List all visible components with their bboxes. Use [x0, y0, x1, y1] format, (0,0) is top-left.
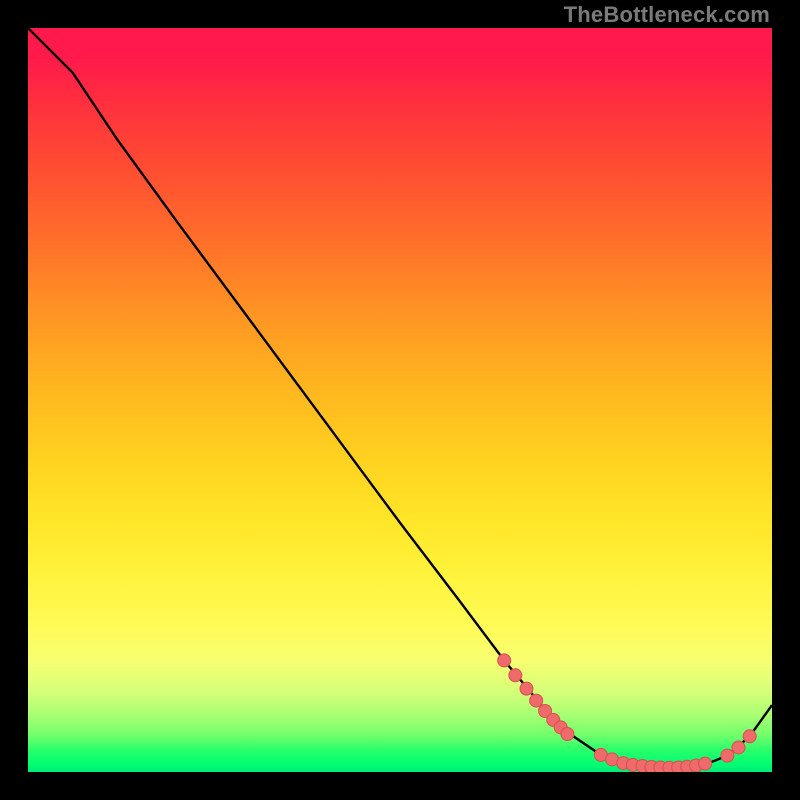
curve-marker — [561, 728, 574, 741]
curve-markers — [498, 654, 757, 772]
curve-marker — [498, 654, 511, 667]
curve-marker — [721, 749, 734, 762]
curve-marker — [520, 682, 533, 695]
chart-frame: TheBottleneck.com — [0, 0, 800, 800]
curve-marker — [699, 757, 712, 770]
curve-marker — [732, 741, 745, 754]
curve-marker — [743, 730, 756, 743]
watermark-text: TheBottleneck.com — [564, 2, 770, 28]
curve-marker — [530, 694, 543, 707]
bottleneck-curve — [28, 28, 772, 768]
plot-area — [28, 28, 772, 772]
curve-svg — [28, 28, 772, 772]
curve-marker — [509, 669, 522, 682]
